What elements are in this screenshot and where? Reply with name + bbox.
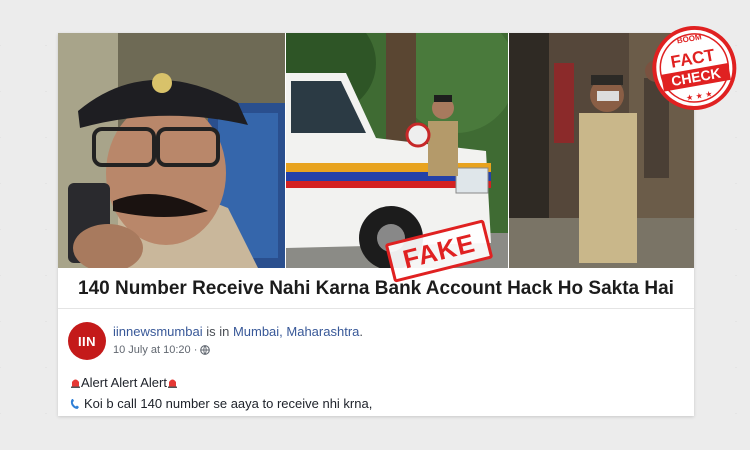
phone-icon: [70, 398, 79, 409]
post-line-call: Koi b call 140 number se aaya to receive…: [70, 396, 372, 411]
siren-icon: [71, 379, 80, 388]
poster-checkin-text: is in: [202, 324, 233, 339]
poster-name-link[interactable]: iinnewsmumbai: [113, 324, 203, 339]
globe-icon: [200, 345, 211, 355]
post-meta: 10 July at 10:20 ·: [113, 344, 211, 356]
photo-collage: [58, 33, 694, 268]
avatar-text: IIN: [77, 333, 97, 349]
post-line-alert-text: Alert Alert Alert: [81, 375, 167, 390]
avatar[interactable]: IIN: [68, 322, 106, 360]
facebook-post: IIN iinnewsmumbai is in Mumbai, Maharash…: [58, 309, 694, 416]
siren-icon: [167, 379, 177, 388]
headline-text: 140 Number Receive Nahi Karna Bank Accou…: [78, 278, 674, 299]
location-period: .: [359, 324, 364, 339]
location-link[interactable]: Mumbai, Maharashtra: [233, 324, 359, 339]
post-timestamp[interactable]: 10 July at 10:20 ·: [113, 344, 197, 356]
photo-officer-with-phone: [58, 33, 285, 268]
post-line-call-text: Koi b call 140 number se aaya to receive…: [84, 396, 373, 411]
post-line-alert: Alert Alert Alert: [70, 375, 178, 390]
post-card: FAKE 140 Number Receive Nahi Karna Bank …: [58, 33, 694, 416]
boom-fact-check-badge: BOOM FACT CHECK ★ ★ ★: [652, 25, 737, 110]
poster-line: iinnewsmumbai is in Mumbai, Maharashtra.: [113, 324, 363, 339]
headline: 140 Number Receive Nahi Karna Bank Accou…: [58, 270, 694, 309]
